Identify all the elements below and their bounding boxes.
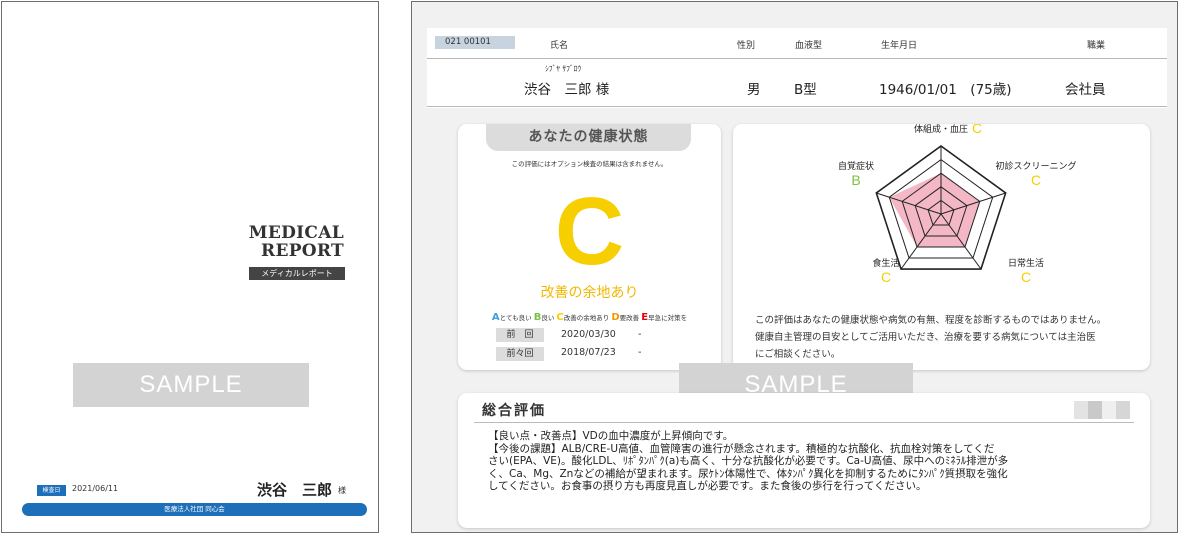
cover-sample-watermark: SAMPLE <box>73 363 309 407</box>
radar-axis-grade: B <box>851 172 860 188</box>
health-state-title: あなたの健康状態 <box>486 124 691 151</box>
history-previous-result: - <box>638 329 642 340</box>
legend-e-text: 早急に対策を <box>648 314 688 322</box>
label-name: 氏名 <box>550 41 569 51</box>
radar-axis-label: 食生活 <box>872 257 899 269</box>
cover-title-line2: REPORT <box>261 241 344 261</box>
radar-axis-grade: C <box>881 269 891 285</box>
patient-id: 021 00101 <box>435 36 515 49</box>
summary-divider <box>474 422 1134 423</box>
summary-body: 【良い点・改善点】VDの血中濃度が上昇傾向です。 【今後の課題】ALB/CRE-… <box>488 430 1128 493</box>
radar-axis-label: 日常生活 <box>1008 257 1044 269</box>
header-bottom-divider <box>427 106 1167 107</box>
grade-legend: Aとても良い B良い C改善の余地あり D要改善 E早急に対策を <box>458 312 721 323</box>
legend-c-text: 改善の余地あり <box>563 314 610 322</box>
summary-line: 【今後の課題】ALB/CRE-U高値、血管障害の進行が懸念されます。積極的な抗酸… <box>488 442 995 455</box>
legend-b-text: 良い <box>541 314 555 322</box>
cover-page: MEDICAL REPORT メディカルレポート SAMPLE 検査日 2021… <box>1 1 379 533</box>
cover-name-suffix: 様 <box>338 486 346 495</box>
radar-note: この評価はあなたの健康状態や病気の有無、程度を診断するものではありません。 健康… <box>755 312 1140 363</box>
cover-exam-date: 2021/06/11 <box>72 484 119 493</box>
radar-axis-label: 体組成・血圧 <box>914 124 968 135</box>
cover-organization-bar: 医療法人社団 同心会 <box>22 503 367 516</box>
legend-d-text: 要改善 <box>619 314 640 322</box>
cover-subtitle: メディカルレポート <box>249 267 345 280</box>
radar-axis-grade: C <box>1031 172 1041 188</box>
cover-title-line1: MEDICAL <box>248 223 344 243</box>
patient-dob: 1946/01/01 (75歳) <box>879 82 1012 98</box>
health-state-note: この評価にはオプション検査の結果は含まれません。 <box>511 160 668 168</box>
legend-a-letter: A <box>491 312 500 323</box>
summary-line: く、Ca、Mg、Znなどの補給が望まれます。尿ｹﾄﾝ体陽性で、体ﾀﾝﾊﾟｸ異化を… <box>488 467 1008 480</box>
legend-c-letter: C <box>556 312 564 323</box>
legend-d-letter: D <box>611 312 620 323</box>
summary-line: さい(EPA、VE)。酸化LDL、ﾘﾎﾟﾀﾝﾊﾟｸ(a)も高く、十分な抗酸化が必… <box>488 455 1009 467</box>
cover-patient-name: 渋谷 三郎 <box>257 481 333 499</box>
label-dob: 生年月日 <box>881 41 918 51</box>
radar-axis-label: 自覚症状 <box>838 160 874 172</box>
cover-title: MEDICAL REPORT <box>249 224 344 260</box>
label-occupation: 職業 <box>1087 41 1106 51</box>
summary-line: してください。お食事の摂り方も再度見直しが必要です。また食後の歩行を行ってくださ… <box>488 480 927 492</box>
history-before-previous-result: - <box>638 347 642 358</box>
report-page: 021 00101 氏名 性別 血液型 生年月日 職業 ｼﾌﾞﾔ ｻﾌﾞﾛｳ 渋… <box>411 1 1178 533</box>
overall-grade-text: 改善の余地あり <box>540 285 639 301</box>
label-blood-type: 血液型 <box>795 41 823 51</box>
cover-date-tag: 検査日 <box>37 485 66 496</box>
history-before-previous-date: 2018/07/23 <box>561 347 616 358</box>
summary-title: 総合評価 <box>482 403 546 419</box>
radar-chart-card: 体組成・血圧 C 初診スクリーニング C 日常生活 C 食生活 C 自覚症状 B この評価はあなた… <box>733 120 1150 370</box>
health-state-card: あなたの健康状態 この評価にはオプション検査の結果は含まれません。 C 改善の余… <box>458 124 721 370</box>
history-previous-date: 2020/03/30 <box>561 329 616 340</box>
radar-axis-label: 初診スクリーニング <box>995 160 1076 172</box>
summary-card: 総合評価 【良い点・改善点】VDの血中濃度が上昇傾向です。 【今後の課題】ALB… <box>458 393 1150 528</box>
radar-chart: 体組成・血圧 C初診スクリーニングC日常生活C食生活C自覚症状B <box>838 120 1077 285</box>
label-sex: 性別 <box>737 41 756 51</box>
patient-blood-type: B型 <box>794 82 817 98</box>
header-divider <box>427 58 1167 59</box>
legend-a-text: とても良い <box>499 314 532 322</box>
radar-note-line: 健康自主管理の目安としてご活用いただき、治療を要する病気については主治医 <box>755 332 1096 343</box>
history-before-previous-label: 前々回 <box>496 347 544 361</box>
radar-note-line: この評価はあなたの健康状態や病気の有無、程度を診断するものではありません。 <box>755 315 1107 326</box>
summary-line: 【良い点・改善点】VDの血中濃度が上昇傾向です。 <box>488 430 734 442</box>
patient-name-kana: ｼﾌﾞﾔ ｻﾌﾞﾛｳ <box>545 64 582 73</box>
patient-occupation: 会社員 <box>1065 82 1106 98</box>
patient-name: 渋谷 三郎 様 <box>524 82 610 98</box>
redacted-mosaic <box>1074 401 1130 419</box>
overall-grade: C <box>554 178 625 285</box>
history-previous-label: 前 回 <box>496 328 544 342</box>
radar-axis-grade: C <box>972 124 982 136</box>
patient-header: 021 00101 氏名 性別 血液型 生年月日 職業 ｼﾌﾞﾔ ｻﾌﾞﾛｳ 渋… <box>427 28 1167 108</box>
patient-sex: 男 <box>747 82 761 98</box>
radar-axis-grade: C <box>1021 269 1031 285</box>
radar-note-line: にご相談ください。 <box>755 349 841 360</box>
